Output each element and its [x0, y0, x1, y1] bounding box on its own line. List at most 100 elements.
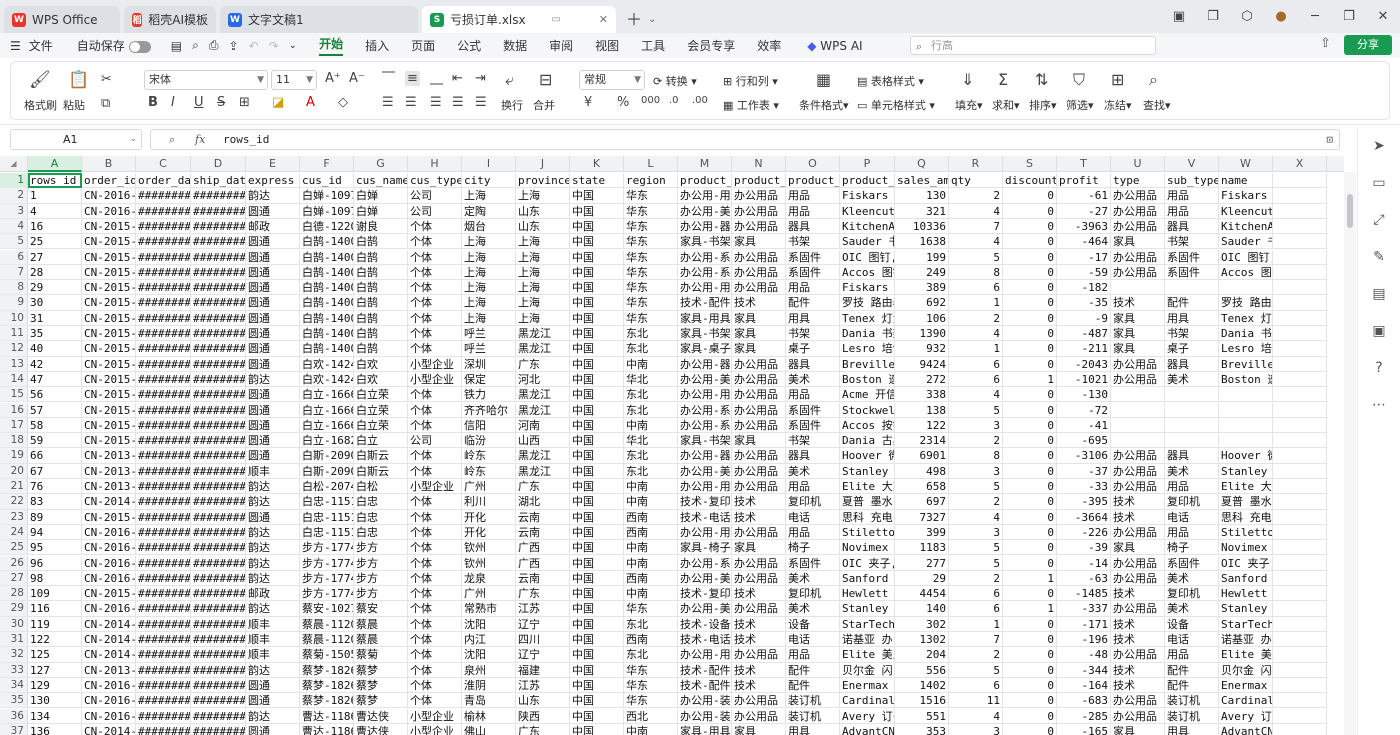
row-header[interactable]: 19 [0, 448, 28, 464]
grid-cell[interactable]: ######## [136, 310, 191, 326]
grid-cell[interactable]: 技术 [732, 295, 786, 311]
grid-cell[interactable]: ######## [136, 417, 191, 434]
grid-cell[interactable]: 249 [895, 264, 949, 281]
grid-cell[interactable]: 曹达-1186 [300, 708, 354, 724]
grid-cell[interactable]: 白斯-2090 [300, 463, 354, 479]
find-icon[interactable]: ⌕ [1149, 70, 1158, 90]
grid-cell[interactable]: OIC 夹子, 整包 [1219, 555, 1273, 571]
percent-icon[interactable]: % [617, 95, 629, 110]
grid-cell[interactable]: 开化 [462, 509, 516, 525]
grid-cell[interactable]: 山东 [516, 203, 570, 219]
grid-cell[interactable]: 白立-1666 [300, 387, 354, 403]
grid-cell[interactable]: 个体 [408, 341, 462, 357]
grid-cell[interactable]: 技术 [732, 632, 786, 648]
grid-cell[interactable]: ######## [191, 479, 246, 495]
grid-cell[interactable]: 个体 [408, 387, 462, 403]
grid-cell[interactable]: ######## [136, 494, 191, 510]
grid-cell[interactable] [1111, 387, 1165, 403]
row-header[interactable]: 24 [0, 524, 28, 541]
grid-cell[interactable]: 公司 [408, 203, 462, 219]
grid-cell[interactable]: ######## [136, 356, 191, 372]
grid-cell[interactable]: -17 [1057, 249, 1111, 265]
tab-wps-office[interactable]: W WPS Office [4, 6, 120, 33]
grid-cell[interactable]: 中国 [570, 310, 624, 326]
menu-review[interactable]: 审阅 [549, 37, 573, 54]
grid-cell[interactable]: 白斯-2090 [300, 448, 354, 464]
grid-cell[interactable]: type [1111, 173, 1165, 189]
grid-cell[interactable]: 技术 [732, 494, 786, 510]
grid-cell[interactable]: 家具 [732, 326, 786, 342]
grid-cell[interactable]: region [624, 173, 678, 189]
grid-cell[interactable]: ######## [191, 326, 246, 342]
grid-cell[interactable]: 技术-电话 [678, 632, 732, 648]
grid-cell[interactable]: ######## [191, 662, 246, 678]
grid-cell[interactable]: 办公用品 [732, 708, 786, 724]
menu-data[interactable]: 数据 [503, 37, 527, 54]
grid-cell[interactable]: 韵达 [246, 570, 300, 587]
freeze-icon[interactable]: ⊞ [1111, 70, 1124, 89]
grid-cell[interactable]: 技术 [1111, 586, 1165, 602]
grid-cell[interactable]: 广东 [516, 479, 570, 495]
grid-cell[interactable]: sub_type [1165, 173, 1219, 189]
grid-cell[interactable]: 设备 [1165, 616, 1219, 632]
grid-cell[interactable]: 个体 [408, 249, 462, 265]
grid-cell[interactable]: 办公用品 [1111, 601, 1165, 617]
grid-cell[interactable]: 用品 [786, 479, 840, 495]
grid-cell[interactable]: 圆通 [246, 417, 300, 434]
grid-cell[interactable]: 16 [28, 218, 82, 235]
grid-cell[interactable]: 中国 [570, 433, 624, 449]
wrap-text-button[interactable]: 换行 [501, 97, 523, 113]
grid-cell[interactable]: product_r [840, 173, 895, 189]
grid-cell[interactable]: 中国 [570, 662, 624, 678]
column-header-r[interactable]: R [949, 156, 1003, 172]
grid-cell[interactable]: 中国 [570, 188, 624, 204]
grid-cell[interactable]: 东北 [624, 647, 678, 663]
grid-cell[interactable]: 黑龙江 [516, 341, 570, 357]
grid-cell[interactable]: 用具 [1165, 723, 1219, 735]
grid-cell[interactable]: 书架 [1165, 234, 1219, 250]
grid-cell[interactable]: 上海 [516, 188, 570, 204]
column-header-h[interactable]: H [408, 156, 462, 172]
grid-cell[interactable]: 白立荣 [354, 387, 408, 403]
row-header[interactable]: 17 [0, 417, 28, 434]
grid-cell[interactable]: 上海 [516, 264, 570, 281]
grid-cell[interactable]: 2 [949, 570, 1003, 587]
grid-cell[interactable] [1273, 677, 1327, 694]
grid-cell[interactable]: 蔡晨 [354, 616, 408, 632]
name-box[interactable]: A1 ⌄ [10, 129, 142, 150]
grid-cell[interactable]: 27 [28, 249, 82, 265]
grid-cell[interactable]: -182 [1057, 280, 1111, 296]
grid-cell[interactable]: -165 [1057, 723, 1111, 735]
grid-cell[interactable]: 华北 [624, 433, 678, 449]
grid-cell[interactable]: 办公用-系 [678, 264, 732, 281]
grid-cell[interactable]: 中国 [570, 555, 624, 571]
grid-cell[interactable]: 圆通 [246, 677, 300, 694]
grid-cell[interactable]: 小型企业 [408, 356, 462, 372]
grid-cell[interactable]: 0 [1003, 586, 1057, 602]
grid-cell[interactable]: cus_type [408, 173, 462, 189]
grid-cell[interactable]: 步方 [354, 570, 408, 587]
grid-cell[interactable]: 系固件 [786, 264, 840, 281]
grid-cell[interactable]: 东北 [624, 463, 678, 479]
grid-cell[interactable]: ######## [191, 448, 246, 464]
grid-cell[interactable]: 圆通 [246, 356, 300, 372]
grid-cell[interactable]: 蔡梦-1826 [300, 677, 354, 694]
grid-cell[interactable]: -695 [1057, 433, 1111, 449]
grid-cell[interactable]: Stockwell [840, 402, 895, 418]
grid-cell[interactable]: ######## [191, 723, 246, 735]
grid-cell[interactable]: 技术 [1111, 295, 1165, 311]
grid-cell[interactable]: 圆通 [246, 723, 300, 735]
grid-cell[interactable]: 广州 [462, 479, 516, 495]
grid-cell[interactable]: 中国 [570, 586, 624, 602]
grid-cell[interactable]: 1402 [895, 677, 949, 694]
grid-cell[interactable] [1273, 509, 1327, 525]
grid-cell[interactable]: 韵达 [246, 524, 300, 541]
grid-cell[interactable]: 桌子 [786, 341, 840, 357]
grid-cell[interactable]: 中国 [570, 249, 624, 265]
grid-cell[interactable]: 步方 [354, 555, 408, 571]
grid-cell[interactable]: 家具-书架 [678, 234, 732, 250]
grid-cell[interactable]: 内江 [462, 632, 516, 648]
grid-cell[interactable]: 130 [28, 693, 82, 709]
row-header[interactable]: 23 [0, 509, 28, 525]
grid-cell[interactable]: 1 [28, 188, 82, 204]
